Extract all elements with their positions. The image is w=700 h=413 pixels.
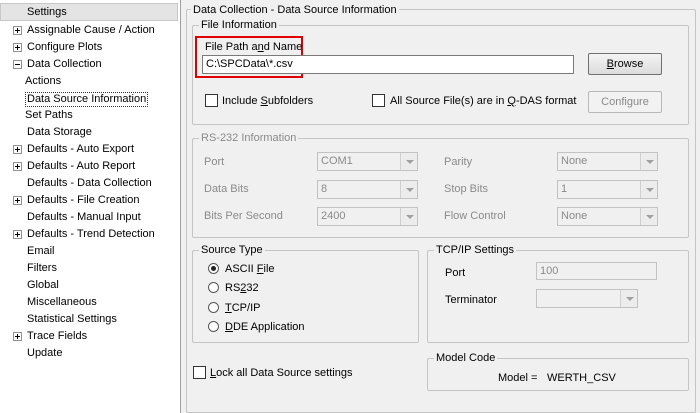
data-bits-label: Data Bits — [204, 183, 249, 195]
rs232-radio-label: RS232 — [225, 282, 259, 294]
rs232-title: RS-232 Information — [199, 132, 299, 144]
bps-label: Bits Per Second — [204, 210, 283, 222]
tree-item[interactable]: Defaults - Auto Report — [0, 158, 178, 175]
chevron-down-icon — [400, 181, 417, 198]
tree-item-label: Set Paths — [25, 109, 73, 121]
tcpip-radio[interactable] — [208, 302, 219, 313]
tcpip-port-input[interactable]: 100 — [536, 262, 657, 280]
bps-select[interactable]: 2400 — [317, 207, 418, 226]
tree-item[interactable]: Data Storage — [0, 124, 178, 141]
tree-item[interactable]: Assignable Cause / Action — [0, 22, 178, 39]
data-bits-select[interactable]: 8 — [317, 180, 418, 199]
chevron-down-icon — [640, 153, 657, 170]
tree-item[interactable]: Defaults - Manual Input — [0, 209, 178, 226]
tree-item-label: Update — [27, 347, 63, 359]
include-subfolders-checkbox[interactable] — [205, 94, 218, 107]
tree-item-label: Defaults - Auto Report — [27, 160, 136, 172]
tree-item-label: Configure Plots — [27, 41, 103, 53]
qdas-format-checkbox[interactable] — [372, 94, 385, 107]
lock-settings-label: Lock all Data Source settings — [210, 367, 353, 379]
model-label: Model = — [498, 372, 538, 384]
tree-item-label: Defaults - Manual Input — [27, 211, 141, 223]
source-type-title: Source Type — [199, 244, 265, 256]
tree-item[interactable]: Email — [0, 243, 178, 260]
expand-icon[interactable] — [13, 145, 22, 154]
chevron-down-icon — [640, 181, 657, 198]
flow-control-label: Flow Control — [444, 210, 506, 222]
rs232-port-label: Port — [204, 156, 225, 168]
model-code-title: Model Code — [434, 352, 498, 364]
tree-item-label: Miscellaneous — [27, 296, 97, 308]
tree-item[interactable]: Defaults - Auto Export — [0, 141, 178, 158]
tree-item-label: Filters — [27, 262, 57, 274]
tree-item-label: Defaults - Auto Export — [27, 143, 134, 155]
expand-icon[interactable] — [13, 26, 22, 35]
tree-header: Settings — [0, 3, 178, 21]
stop-bits-select[interactable]: 1 — [557, 180, 658, 199]
expand-icon[interactable] — [13, 230, 22, 239]
parity-label: Parity — [444, 156, 473, 168]
tree-item-label: Email — [27, 245, 55, 257]
tree-item[interactable]: Filters — [0, 260, 178, 277]
tree-item-label: Actions — [25, 75, 62, 87]
tree-item[interactable]: Defaults - File Creation — [0, 192, 178, 209]
tree-item-label: Data Collection — [27, 58, 102, 70]
tree-item[interactable]: Global — [0, 277, 178, 294]
model-value: WERTH_CSV — [547, 372, 616, 384]
tree-item[interactable]: Data Source Information — [0, 90, 178, 107]
ascii-file-label: ASCII File — [225, 263, 275, 275]
lock-settings-checkbox[interactable] — [193, 366, 206, 379]
flow-control-select[interactable]: None — [557, 207, 658, 226]
dde-radio[interactable] — [208, 321, 219, 332]
tcpip-title: TCP/IP Settings — [434, 244, 517, 256]
expand-icon[interactable] — [13, 332, 22, 341]
terminator-select[interactable] — [536, 289, 638, 308]
tree-item-label: Defaults - Data Collection — [27, 177, 152, 189]
file-path-label: File Path and Name — [205, 41, 303, 53]
stop-bits-label: Stop Bits — [444, 183, 489, 195]
tree-item-label: Defaults - File Creation — [27, 194, 140, 206]
configure-button[interactable]: Configure — [588, 91, 662, 113]
tree-item[interactable]: Defaults - Trend Detection — [0, 226, 178, 243]
tree-item[interactable]: Defaults - Data Collection — [0, 175, 178, 192]
ascii-file-radio[interactable] — [208, 263, 219, 274]
include-subfolders-label: Include Subfolders — [222, 95, 314, 107]
tree-item-label: Statistical Settings — [27, 313, 117, 325]
rs232-port-select[interactable]: COM1 — [317, 152, 418, 171]
rs232-radio[interactable] — [208, 282, 219, 293]
tcpip-port-label: Port — [445, 267, 466, 279]
tree-item[interactable]: Set Paths — [0, 107, 178, 124]
chevron-down-icon — [620, 290, 637, 307]
expand-icon[interactable] — [13, 196, 22, 205]
main-group-title: Data Collection - Data Source Informatio… — [191, 4, 399, 16]
parity-select[interactable]: None — [557, 152, 658, 171]
chevron-down-icon — [640, 208, 657, 225]
chevron-down-icon — [400, 153, 417, 170]
file-path-input[interactable]: C:\SPCData\*.csv — [202, 55, 574, 74]
tree-item-label: Data Source Information — [25, 92, 149, 107]
tree-item[interactable]: Statistical Settings — [0, 311, 178, 328]
expand-icon[interactable] — [13, 43, 22, 52]
tree-item[interactable]: Data Collection — [0, 56, 178, 73]
tree-item[interactable]: Trace Fields — [0, 328, 178, 345]
tree-item[interactable]: Update — [0, 345, 178, 362]
tree-item-label: Global — [27, 279, 59, 291]
tree-item-label: Data Storage — [27, 126, 92, 138]
tree-item[interactable]: Configure Plots — [0, 39, 178, 56]
tree-item-label: Defaults - Trend Detection — [27, 228, 155, 240]
expand-icon[interactable] — [13, 162, 22, 171]
collapse-icon[interactable] — [13, 60, 22, 69]
browse-button[interactable]: Browse — [588, 53, 662, 75]
terminator-label: Terminator — [445, 294, 497, 306]
settings-tree[interactable]: Settings Assignable Cause / Action Config… — [0, 0, 181, 413]
tree-item[interactable]: Miscellaneous — [0, 294, 178, 311]
chevron-down-icon — [400, 208, 417, 225]
tree-item-label: Assignable Cause / Action — [27, 24, 155, 36]
dde-radio-label: DDE Application — [225, 321, 305, 333]
qdas-format-label: All Source File(s) are in Q-DAS format — [390, 95, 577, 107]
tree-item[interactable]: Actions — [0, 73, 178, 90]
tree-item-label: Trace Fields — [27, 330, 88, 342]
tcpip-radio-label: TCP/IP — [225, 302, 261, 314]
file-info-title: File Information — [199, 19, 279, 31]
